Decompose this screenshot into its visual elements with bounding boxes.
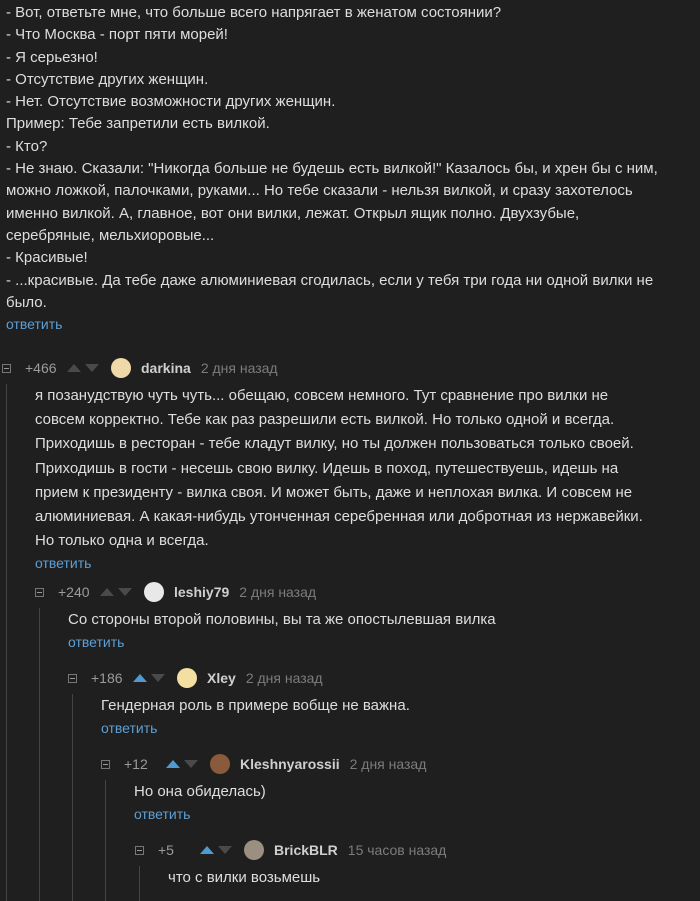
story-line: - Вот, ответьте мне, что больше всего на… (6, 4, 502, 21)
avatar[interactable] (244, 840, 264, 860)
story-line: - Я серьезно! (6, 48, 98, 66)
thread-line[interactable] (139, 866, 140, 901)
upvote-icon[interactable] (166, 760, 180, 768)
story-line: - ...красивые. Да тебе даже алюминиевая … (6, 271, 654, 289)
comment: +466 darkina 2 дня назад я позанудствую чут… (2, 354, 694, 901)
collapse-toggle-icon[interactable] (101, 759, 110, 769)
story-line: именно вилкой. А, главное, вот они вилки… (6, 204, 580, 222)
comment-rating: +12 (124, 756, 148, 772)
comment: +5 BrickBLR 15 часов назад что с вилки возь… (135, 836, 694, 901)
comment: +186 Xley 2 дня назад Гендерная роль в прим… (68, 664, 694, 901)
collapse-toggle-icon[interactable] (135, 845, 144, 855)
story-line: - Что Москва - порт пяти морей! (6, 26, 228, 44)
avatar[interactable] (177, 668, 197, 688)
comment-header: +5 BrickBLR 15 часов назад (135, 836, 694, 864)
reply-link[interactable]: ответить (134, 806, 190, 822)
downvote-icon[interactable] (118, 588, 132, 596)
story-line: - Не знаю. Сказали: "Никогда больше не б… (6, 160, 658, 178)
upvote-icon[interactable] (67, 364, 81, 372)
comment-header: +12 Kleshnyarossii 2 дня назад (101, 750, 694, 778)
comment: +240 leshiy79 2 дня назад Со стороны второй… (35, 578, 694, 901)
story-line: - Нет. Отсутствие возможности других жен… (6, 93, 336, 111)
story-line: - Отсутствие других женщин. (6, 70, 209, 88)
story-line: - Красивые! (6, 249, 88, 267)
comment-text: Но она обиделась) (134, 783, 266, 800)
reply-link[interactable]: ответить (6, 316, 62, 332)
comment-rating: +5 (158, 842, 174, 858)
comment-rating: +240 (58, 584, 90, 600)
thread-line[interactable] (6, 384, 7, 901)
downvote-icon[interactable] (151, 674, 165, 682)
downvote-icon[interactable] (184, 760, 198, 768)
avatar[interactable] (144, 582, 164, 602)
story-line: - Кто? (6, 137, 48, 155)
reply-link[interactable]: ответить (35, 555, 91, 571)
avatar[interactable] (111, 358, 131, 378)
comment: +12 Kleshnyarossii 2 дня назад Но она обиде… (101, 750, 694, 901)
story-text: - Вот, ответьте мне, что больше всего на… (6, 2, 694, 314)
comment-time[interactable]: 2 дня назад (350, 756, 427, 772)
thread-line[interactable] (105, 780, 106, 901)
comment-text: Со стороны второй половины, вы та же опо… (68, 611, 496, 628)
thread-line[interactable] (72, 694, 73, 901)
comment-text: я позанудствую чуть чуть... обещаю, совс… (35, 387, 643, 550)
comment-text: Гендерная роль в примере вобще не важна. (101, 697, 410, 714)
story-line: Пример: Тебе запретили есть вилкой. (6, 115, 270, 133)
downvote-icon[interactable] (85, 364, 99, 372)
collapse-toggle-icon[interactable] (35, 587, 44, 597)
comment-rating: +466 (25, 360, 57, 376)
reply-link[interactable]: ответить (68, 634, 124, 650)
comment-time[interactable]: 2 дня назад (239, 584, 316, 600)
collapse-toggle-icon[interactable] (68, 673, 77, 683)
avatar[interactable] (210, 754, 230, 774)
upvote-icon[interactable] (200, 846, 214, 854)
comment-author[interactable]: darkina (141, 360, 191, 376)
story-line: было. (6, 293, 47, 311)
comment-author[interactable]: leshiy79 (174, 584, 229, 600)
comment-time[interactable]: 15 часов назад (348, 842, 447, 858)
comment-rating: +186 (91, 670, 123, 686)
reply-link[interactable]: ответить (101, 720, 157, 736)
comment-text: что с вилки возьмешь (168, 869, 321, 886)
upvote-icon[interactable] (133, 674, 147, 682)
downvote-icon[interactable] (218, 846, 232, 854)
comment-author[interactable]: Kleshnyarossii (240, 756, 340, 772)
comment-author[interactable]: Xley (207, 670, 236, 686)
comment-header: +186 Xley 2 дня назад (68, 664, 694, 692)
comment-author[interactable]: BrickBLR (274, 842, 338, 858)
story-line: серебряные, мельхиоровые... (6, 226, 215, 244)
comment-time[interactable]: 2 дня назад (201, 360, 278, 376)
collapse-toggle-icon[interactable] (2, 363, 11, 373)
comment-header: +466 darkina 2 дня назад (2, 354, 694, 382)
thread-line[interactable] (39, 608, 40, 901)
comment-time[interactable]: 2 дня назад (246, 670, 323, 686)
comment-header: +240 leshiy79 2 дня назад (35, 578, 694, 606)
story-line: можно ложкой, палочками, руками... Но те… (6, 182, 633, 200)
upvote-icon[interactable] (100, 588, 114, 596)
story-post: - Вот, ответьте мне, что больше всего на… (0, 0, 700, 333)
